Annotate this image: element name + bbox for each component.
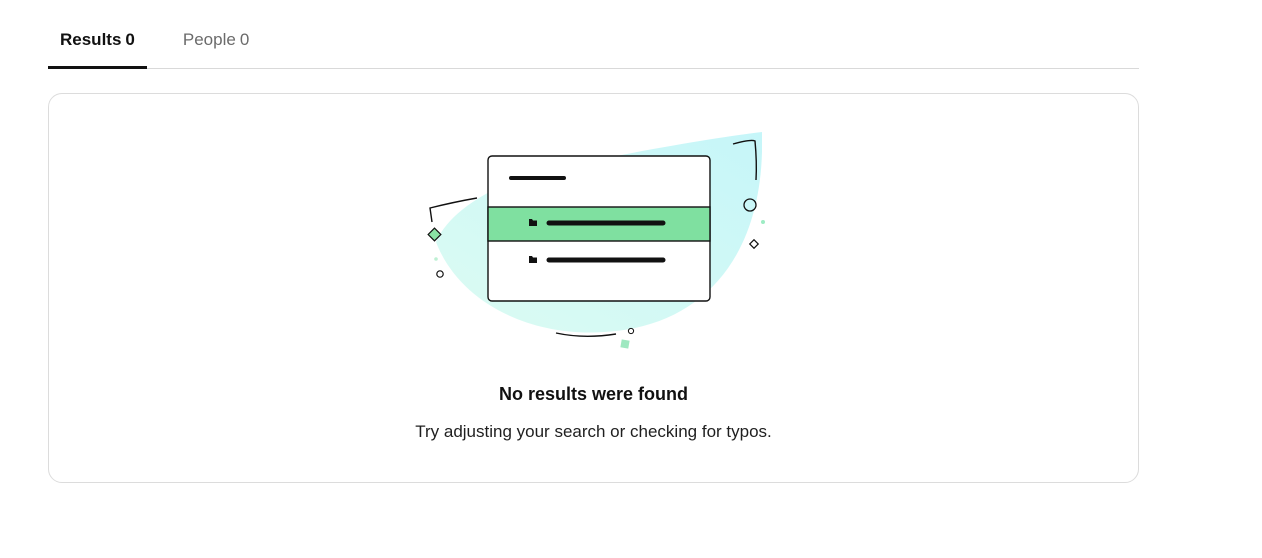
square-shape-bottom [620,339,630,349]
tab-people-count: 0 [239,30,250,49]
empty-search-results-illustration [427,132,765,349]
results-tabs: Results 0 People 0 [48,20,1139,69]
dot-shape-left [434,257,438,261]
ring-shape-left [436,270,444,278]
empty-state-subtitle: Try adjusting your search or checking fo… [415,422,772,441]
tab-people-label: People [182,30,236,49]
diamond-shape-right [748,238,760,250]
tab-results[interactable]: Results 0 [48,20,147,69]
ring-shape-bottom [627,327,635,335]
tab-results-label: Results [60,30,122,49]
dot-shape-right [761,220,765,224]
empty-state-card: No results were found Try adjusting your… [48,93,1139,483]
search-results-page: Results 0 People 0 No results were found… [0,0,1262,558]
tab-results-count: 0 [125,30,135,49]
bracket-bottom [555,332,617,337]
empty-state-title: No results were found [498,384,689,404]
tab-people[interactable]: People 0 [171,20,261,68]
